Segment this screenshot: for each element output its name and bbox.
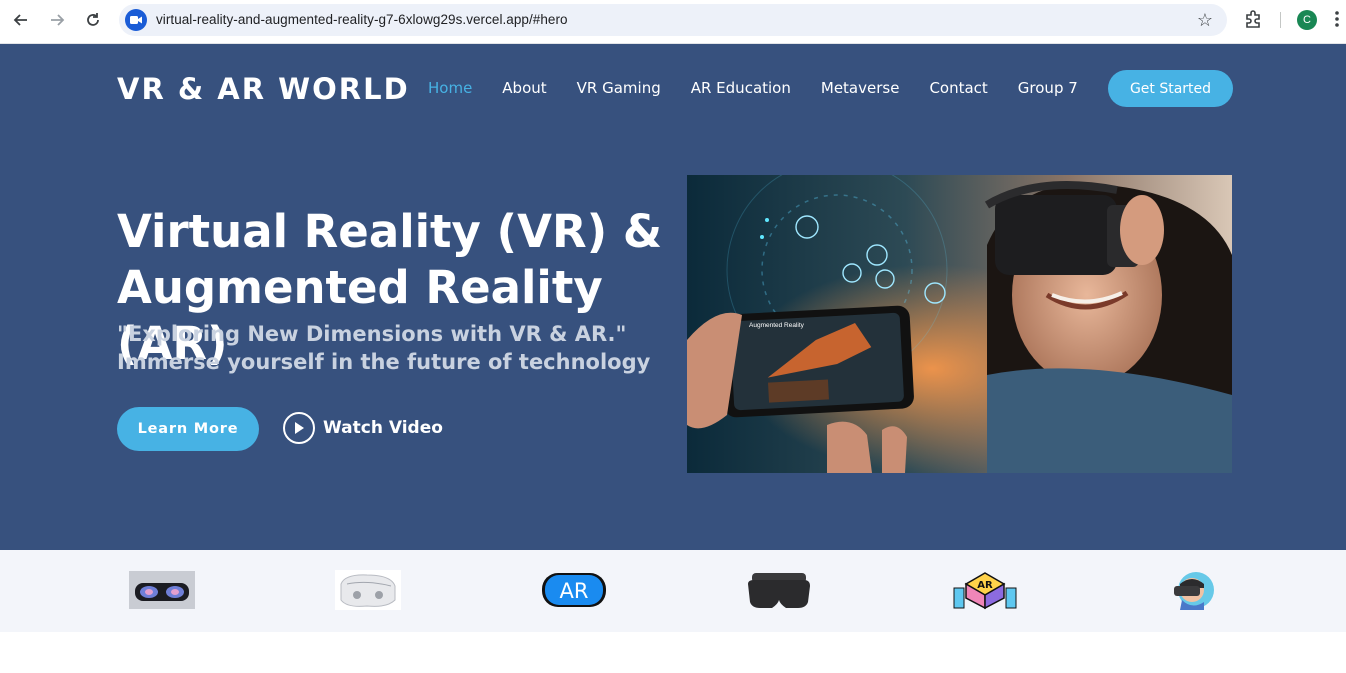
star-icon[interactable]: ☆ (1197, 10, 1213, 31)
extensions-icon[interactable] (1243, 9, 1265, 31)
kebab-icon[interactable] (1334, 10, 1342, 30)
ar-cube-logo[interactable]: AR (952, 570, 1018, 610)
learn-more-button[interactable]: Learn More (117, 407, 259, 451)
hero-subtitle: "Exploring New Dimensions with VR & AR."… (117, 320, 677, 376)
vr-headset-front-logo[interactable] (129, 570, 195, 610)
get-started-button[interactable]: Get Started (1108, 70, 1233, 107)
hero-subtitle-line-2: Immerse yourself in the future of techno… (117, 350, 651, 374)
play-icon (283, 412, 315, 444)
site-icon (125, 9, 147, 31)
watch-video-link[interactable]: Watch Video (283, 412, 443, 444)
main-nav: Home About VR Gaming AR Education Metave… (428, 79, 1108, 97)
nav-ar-education[interactable]: AR Education (691, 79, 791, 97)
nav-home[interactable]: Home (428, 79, 472, 97)
nav-metaverse[interactable]: Metaverse (821, 79, 900, 97)
forward-icon[interactable] (44, 7, 70, 33)
toolbar-divider (1280, 12, 1281, 28)
url-text[interactable]: virtual-reality-and-augmented-reality-g7… (156, 12, 568, 27)
nav-vr-gaming[interactable]: VR Gaming (577, 79, 661, 97)
address-bar[interactable]: virtual-reality-and-augmented-reality-g7… (119, 4, 1227, 36)
black-vr-headset-logo[interactable] (746, 570, 812, 610)
site-logo[interactable]: VR & AR WORLD (117, 72, 410, 106)
nav-contact[interactable]: Contact (929, 79, 987, 97)
nav-group-7[interactable]: Group 7 (1018, 79, 1078, 97)
person-vr-logo[interactable] (1160, 570, 1226, 610)
white-vr-headset-logo[interactable] (335, 570, 401, 610)
ar-cube-text: AR (977, 580, 993, 591)
back-icon[interactable] (8, 7, 34, 33)
nav-about[interactable]: About (502, 79, 546, 97)
ar-badge-logo[interactable]: AR (541, 570, 607, 610)
watch-video-label: Watch Video (323, 418, 443, 438)
hero-image: Augmented Reality (687, 175, 1232, 473)
hero-title-line-1: Virtual Reality (VR) & (117, 205, 663, 258)
reload-icon[interactable] (80, 7, 106, 33)
clients-strip: AR AR (0, 550, 1346, 632)
profile-avatar[interactable]: C (1297, 10, 1317, 30)
hero-subtitle-line-1: "Exploring New Dimensions with VR & AR." (117, 322, 627, 346)
hero-section: VR & AR WORLD Home About VR Gaming AR Ed… (0, 44, 1346, 550)
browser-toolbar: virtual-reality-and-augmented-reality-g7… (0, 0, 1346, 44)
ar-badge-text: AR (560, 579, 589, 603)
phone-caption: Augmented Reality (749, 322, 805, 329)
